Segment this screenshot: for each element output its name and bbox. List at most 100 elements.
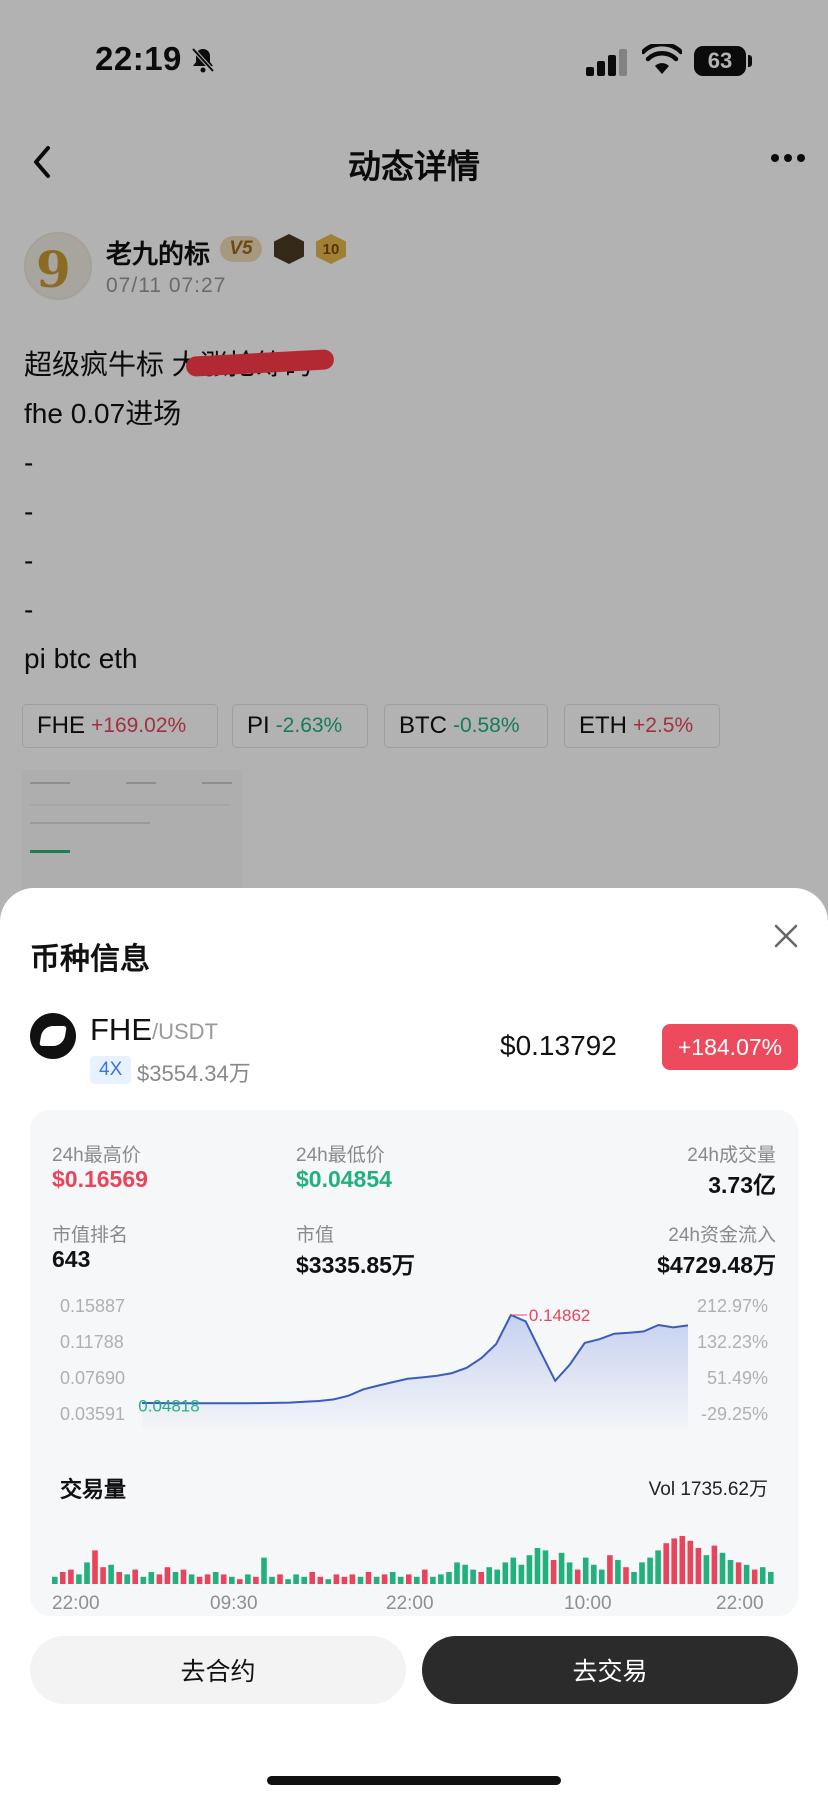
volume-bar <box>494 1569 500 1584</box>
volume-bar <box>301 1576 307 1584</box>
volume-bar <box>317 1576 324 1584</box>
coin-logo-icon <box>30 1013 76 1059</box>
volume-bar <box>341 1576 348 1584</box>
volume-bar <box>245 1574 251 1584</box>
volume-bar <box>703 1555 710 1584</box>
volume-bar <box>60 1572 66 1584</box>
volume-bar <box>438 1574 444 1584</box>
volume-bar <box>751 1569 758 1584</box>
coin-symbol: FHE <box>90 1012 152 1047</box>
volume-bar <box>373 1576 380 1584</box>
close-icon[interactable] <box>766 916 806 956</box>
volume-bar <box>647 1557 653 1584</box>
volume-bar <box>188 1574 195 1584</box>
volume-section-title: 交易量 <box>60 1477 127 1502</box>
volume-bar <box>285 1579 291 1584</box>
coin-quote: /USDT <box>152 1019 218 1044</box>
volume-bar <box>52 1576 58 1584</box>
volume-bar <box>639 1562 645 1584</box>
volume-bar <box>526 1555 533 1584</box>
volume-bar <box>743 1564 750 1584</box>
home-indicator[interactable] <box>267 1776 561 1785</box>
volume-bar <box>164 1567 171 1584</box>
volume-bar <box>357 1576 364 1584</box>
volume-bar <box>470 1569 476 1584</box>
volume-bar <box>462 1564 468 1584</box>
volume-bar <box>631 1572 637 1584</box>
coin-info-sheet: 币种信息 FHE /USDT 4X $3554.34万 $0.13792 +18… <box>0 888 828 1800</box>
volume-bar <box>759 1567 766 1584</box>
volume-bar <box>574 1569 581 1584</box>
volume-bar <box>333 1574 340 1584</box>
volume-bar <box>116 1572 122 1584</box>
volume-bar <box>212 1572 219 1584</box>
volume-bar <box>148 1572 155 1584</box>
volume-bar <box>68 1569 74 1584</box>
sheet-title: 币种信息 <box>30 943 150 976</box>
high-price-label: 0.14862 <box>529 1306 590 1325</box>
volume-bar <box>510 1557 517 1584</box>
volume-bar <box>172 1572 179 1584</box>
volume-bar <box>124 1574 130 1584</box>
coin-price: $0.13792 <box>500 1030 617 1061</box>
volume-bar <box>446 1572 452 1584</box>
volume-bar <box>566 1562 573 1584</box>
volume-bar <box>156 1574 163 1584</box>
volume-bar <box>422 1569 428 1584</box>
volume-bar <box>582 1557 589 1584</box>
volume-bar <box>534 1548 541 1584</box>
volume-bar <box>663 1543 669 1584</box>
volume-bar <box>623 1567 629 1584</box>
volume-bar <box>220 1574 227 1584</box>
volume-bar <box>719 1552 726 1584</box>
price-area <box>142 1315 688 1428</box>
volume-bar <box>599 1569 605 1584</box>
volume-bar <box>180 1569 187 1584</box>
volume-bar <box>414 1576 420 1584</box>
go-trade-button[interactable]: 去交易 <box>422 1636 798 1704</box>
volume-bar <box>140 1576 147 1584</box>
go-contract-button[interactable]: 去合约 <box>30 1636 406 1704</box>
volume-bar <box>108 1564 114 1584</box>
volume-bar <box>92 1550 98 1584</box>
volume-bar <box>100 1567 106 1584</box>
volume-bar <box>486 1567 492 1584</box>
volume-bar <box>132 1569 138 1584</box>
volume-bar <box>430 1576 436 1584</box>
change-badge: +184.07% <box>662 1024 798 1070</box>
volume-bar <box>381 1574 388 1584</box>
volume-bar <box>229 1576 235 1584</box>
volume-bar <box>502 1562 509 1584</box>
x-tick: 22:00 <box>716 1593 764 1614</box>
x-tick: 22:00 <box>386 1593 434 1614</box>
volume-bar <box>679 1536 686 1584</box>
volume-bar <box>196 1576 203 1584</box>
volume-bar <box>406 1574 412 1584</box>
x-tick: 22:00 <box>52 1593 100 1614</box>
volume-bar <box>237 1579 243 1584</box>
volume-bar <box>325 1579 332 1584</box>
volume-bar <box>711 1545 718 1584</box>
volume-bar <box>695 1548 702 1584</box>
volume-bar <box>397 1576 404 1584</box>
volume-bar <box>277 1574 283 1584</box>
x-tick: 09:30 <box>210 1593 258 1614</box>
volume-bar <box>558 1552 565 1584</box>
volume-bar <box>591 1564 597 1584</box>
x-tick: 10:00 <box>564 1593 612 1614</box>
volume-bar <box>293 1574 299 1584</box>
volume-bar <box>269 1576 275 1584</box>
volume-bar <box>518 1564 525 1584</box>
volume-bar <box>204 1574 211 1584</box>
coin-volume: $3554.34万 <box>137 1061 251 1086</box>
volume-bar <box>542 1550 549 1584</box>
volume-bar <box>768 1572 774 1584</box>
low-price-label: 0.04818 <box>138 1396 199 1415</box>
leverage-badge: 4X <box>90 1056 132 1084</box>
volume-bar <box>76 1574 82 1584</box>
volume-bar <box>615 1560 621 1584</box>
volume-bar <box>671 1538 677 1584</box>
volume-bar <box>389 1572 396 1584</box>
volume-bar <box>253 1576 259 1584</box>
price-chart[interactable]: 0.14862 0.04818 <box>30 1110 798 1616</box>
